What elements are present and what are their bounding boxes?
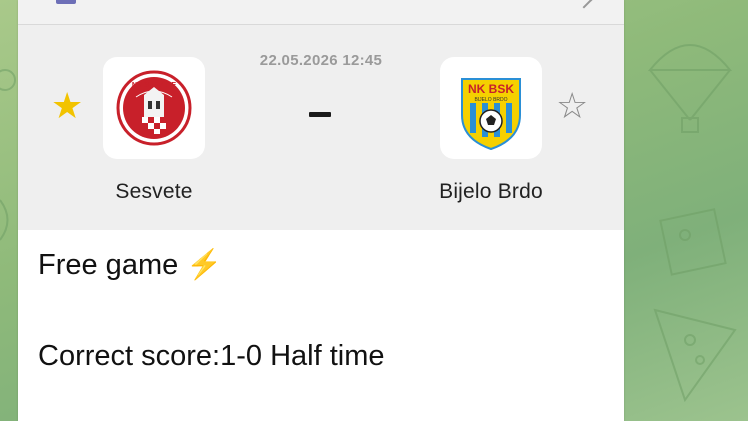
sesvete-crest-icon: NK SESVETE: [116, 70, 192, 146]
home-team-name: Sesvete: [115, 180, 193, 203]
message-bubble: 22.05.2026 12:45 ★ NK SESVETE NK BSK BIJ…: [18, 0, 624, 421]
match-card[interactable]: 22.05.2026 12:45 ★ NK SESVETE NK BSK BIJ…: [18, 25, 624, 230]
background-doodle-parachute-icon: [647, 44, 733, 133]
free-game-text: Free game: [38, 249, 179, 281]
away-team-name: Bijelo Brdo: [439, 180, 543, 203]
home-team-logo[interactable]: NK SESVETE: [103, 57, 205, 159]
background-doodle-left-icon: [0, 69, 16, 241]
message-line-free-game: Free game ⚡: [38, 248, 222, 282]
score-separator: [309, 112, 331, 117]
previous-message-accent: [56, 0, 76, 4]
bsk-crest-icon: NK BSK BIJELO BRDO: [461, 78, 521, 151]
previous-message-edge: [18, 0, 624, 25]
chevron-right-icon[interactable]: [575, 0, 593, 9]
away-team-logo[interactable]: NK BSK BIJELO BRDO: [440, 57, 542, 159]
lightning-bolt-icon: ⚡: [186, 249, 223, 281]
away-crest-text: NK BSK: [468, 82, 514, 96]
favorite-star-away-icon[interactable]: ☆: [556, 88, 588, 124]
background-doodle-box-icon: [659, 208, 727, 276]
background-doodle-pizza-icon: [653, 308, 737, 403]
favorite-star-home-icon[interactable]: ★: [51, 88, 83, 124]
away-crest-subtext: BIJELO BRDO: [474, 97, 507, 103]
message-line-correct-score: Correct score:1-0 Half time: [38, 340, 385, 372]
